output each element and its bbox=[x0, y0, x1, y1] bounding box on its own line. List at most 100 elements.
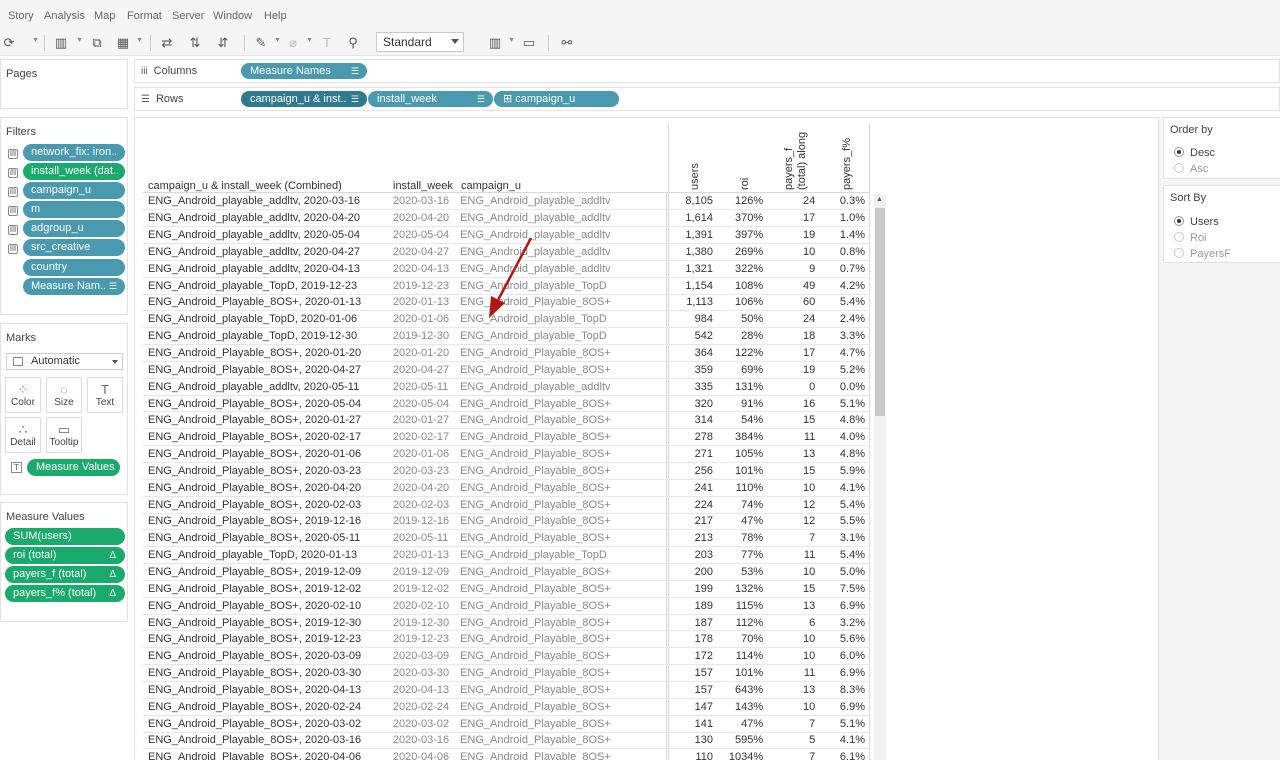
cell-payers-f-pct[interactable]: 5.0% bbox=[819, 563, 871, 581]
cell-install-week[interactable]: 2020-01-27 bbox=[389, 411, 458, 430]
cell-users[interactable]: 172 bbox=[666, 647, 717, 666]
table-row[interactable]: ENG_Android_Playable_8OS+, 2019-12-30 201… bbox=[143, 614, 871, 632]
cell-install-week[interactable]: 2020-01-13 bbox=[389, 294, 458, 312]
redo-dropdown-icon[interactable]: ▼ bbox=[32, 37, 39, 44]
cell-payers-f[interactable]: 7 bbox=[767, 748, 820, 760]
cell-users[interactable]: 178 bbox=[666, 630, 717, 649]
menu-window[interactable]: Window bbox=[213, 10, 252, 22]
cell-payers-f[interactable]: 18 bbox=[767, 327, 820, 346]
rows-pill-campaign-install[interactable]: campaign_u & inst.. ☰ bbox=[241, 91, 367, 107]
measure-pill-payers-f-total[interactable]: payers_f (total) Δ bbox=[5, 566, 125, 583]
cell-roi[interactable]: 47% bbox=[716, 513, 768, 531]
cell-users[interactable]: 200 bbox=[666, 563, 717, 581]
cell-combined[interactable]: ENG_Android_playable_addltv, 2020-04-13 bbox=[143, 260, 390, 278]
table-row[interactable]: ENG_Android_Playable_8OS+, 2020-03-02 202… bbox=[143, 715, 871, 733]
cell-install-week[interactable]: 2020-03-09 bbox=[389, 647, 458, 666]
table-row[interactable]: ENG_Android_Playable_8OS+, 2020-02-17 202… bbox=[143, 428, 871, 447]
cell-payers-f[interactable]: 10 bbox=[767, 698, 820, 716]
cell-campaign[interactable]: ENG_Android_Playable_8OS+ bbox=[457, 496, 668, 514]
cell-payers-f-pct[interactable]: 0.0% bbox=[819, 378, 871, 396]
cell-users[interactable]: 213 bbox=[666, 529, 717, 548]
table-row[interactable]: ENG_Android_Playable_8OS+, 2020-05-04 202… bbox=[143, 395, 871, 413]
cell-payers-f[interactable]: 7 bbox=[767, 529, 820, 548]
filter-pill-country[interactable]: country bbox=[23, 259, 125, 276]
cell-campaign[interactable]: ENG_Android_Playable_8OS+ bbox=[457, 630, 668, 649]
cell-roi[interactable]: 143% bbox=[716, 698, 768, 716]
table-row[interactable]: ENG_Android_playable_addltv, 2020-04-20 2… bbox=[143, 209, 871, 228]
cell-payers-f[interactable]: 12 bbox=[767, 513, 820, 531]
cell-combined[interactable]: ENG_Android_Playable_8OS+, 2020-03-30 bbox=[143, 664, 390, 682]
cell-combined[interactable]: ENG_Android_playable_addltv, 2020-05-11 bbox=[143, 378, 390, 396]
cell-users[interactable]: 1,391 bbox=[666, 226, 717, 245]
filter-pill-campaign-u[interactable]: campaign_u bbox=[23, 182, 125, 199]
cell-install-week[interactable]: 2020-03-02 bbox=[389, 715, 458, 733]
cell-users[interactable]: 542 bbox=[666, 327, 717, 346]
cell-payers-f-pct[interactable]: 6.9% bbox=[819, 597, 871, 615]
cell-users[interactable]: 203 bbox=[666, 546, 717, 565]
cell-payers-f[interactable]: 19 bbox=[767, 361, 820, 379]
cell-install-week[interactable]: 2020-04-13 bbox=[389, 681, 458, 699]
cell-campaign[interactable]: ENG_Android_Playable_8OS+ bbox=[457, 428, 668, 447]
cell-combined[interactable]: ENG_Android_Playable_8OS+, 2020-04-06 bbox=[143, 748, 390, 760]
cell-payers-f-pct[interactable]: 2.4% bbox=[819, 310, 871, 329]
cell-payers-f-pct[interactable]: 4.1% bbox=[819, 479, 871, 497]
cell-campaign[interactable]: ENG_Android_playable_TopD bbox=[457, 327, 668, 346]
cell-payers-f-pct[interactable]: 6.0% bbox=[819, 647, 871, 666]
cell-campaign[interactable]: ENG_Android_Playable_8OS+ bbox=[457, 411, 668, 430]
cell-campaign[interactable]: ENG_Android_Playable_8OS+ bbox=[457, 580, 668, 598]
sort-by-roi-radio[interactable]: Roi bbox=[1174, 232, 1207, 244]
cell-install-week[interactable]: 2019-12-30 bbox=[389, 327, 458, 346]
cell-install-week[interactable]: 2020-04-13 bbox=[389, 260, 458, 278]
cell-roi[interactable]: 269% bbox=[716, 243, 768, 261]
table-row[interactable]: ENG_Android_Playable_8OS+, 2020-03-23 202… bbox=[143, 462, 871, 480]
scrollbar-thumb[interactable] bbox=[875, 208, 885, 416]
cell-payers-f[interactable]: 11 bbox=[767, 428, 820, 447]
cell-users[interactable]: 1,154 bbox=[666, 277, 717, 295]
show-me-icon[interactable]: ▥ bbox=[486, 34, 504, 52]
cell-payers-f[interactable]: 10 bbox=[767, 647, 820, 666]
cell-users[interactable]: 314 bbox=[666, 411, 717, 430]
cell-payers-f[interactable]: 16 bbox=[767, 395, 820, 413]
cell-campaign[interactable]: ENG_Android_Playable_8OS+ bbox=[457, 563, 668, 581]
cell-users[interactable]: 187 bbox=[666, 614, 717, 632]
cell-campaign[interactable]: ENG_Android_Playable_8OS+ bbox=[457, 647, 668, 666]
cell-payers-f-pct[interactable]: 1.4% bbox=[819, 226, 871, 245]
cell-payers-f-pct[interactable]: 6.1% bbox=[819, 748, 871, 760]
cell-payers-f[interactable]: 15 bbox=[767, 580, 820, 598]
cell-users[interactable]: 364 bbox=[666, 344, 717, 362]
measure-pill-roi-total[interactable]: roi (total) Δ bbox=[5, 547, 125, 564]
cell-install-week[interactable]: 2020-04-27 bbox=[389, 361, 458, 379]
cell-payers-f[interactable]: 13 bbox=[767, 445, 820, 463]
table-row[interactable]: ENG_Android_Playable_8OS+, 2020-04-20 202… bbox=[143, 479, 871, 497]
cell-campaign[interactable]: ENG_Android_Playable_8OS+ bbox=[457, 681, 668, 699]
cell-combined[interactable]: ENG_Android_playable_addltv, 2020-03-16 bbox=[143, 193, 390, 211]
cell-install-week[interactable]: 2020-05-11 bbox=[389, 529, 458, 548]
cell-payers-f[interactable]: 13 bbox=[767, 597, 820, 615]
cell-install-week[interactable]: 2019-12-23 bbox=[389, 630, 458, 649]
show-labels-icon[interactable]: T bbox=[318, 34, 336, 52]
cell-payers-f-pct[interactable]: 4.8% bbox=[819, 445, 871, 463]
cell-install-week[interactable]: 2020-02-03 bbox=[389, 496, 458, 514]
cell-users[interactable]: 199 bbox=[666, 580, 717, 598]
cell-combined[interactable]: ENG_Android_Playable_8OS+, 2020-01-20 bbox=[143, 344, 390, 362]
cell-campaign[interactable]: ENG_Android_Playable_8OS+ bbox=[457, 462, 668, 480]
cell-combined[interactable]: ENG_Android_Playable_8OS+, 2020-04-20 bbox=[143, 479, 390, 497]
cell-combined[interactable]: ENG_Android_Playable_8OS+, 2020-02-17 bbox=[143, 428, 390, 447]
cell-campaign[interactable]: ENG_Android_Playable_8OS+ bbox=[457, 479, 668, 497]
cell-campaign[interactable]: ENG_Android_playable_addltv bbox=[457, 209, 668, 228]
marks-text-button[interactable]: T Text bbox=[87, 377, 123, 413]
cell-users[interactable]: 271 bbox=[666, 445, 717, 463]
cell-combined[interactable]: ENG_Android_playable_addltv, 2020-04-27 bbox=[143, 243, 390, 261]
cell-payers-f-pct[interactable]: 5.4% bbox=[819, 546, 871, 565]
table-row[interactable]: ENG_Android_Playable_8OS+, 2020-03-09 202… bbox=[143, 647, 871, 666]
cell-combined[interactable]: ENG_Android_Playable_8OS+, 2020-03-02 bbox=[143, 715, 390, 733]
cell-payers-f[interactable]: 10 bbox=[767, 243, 820, 261]
cell-payers-f-pct[interactable]: 0.7% bbox=[819, 260, 871, 278]
header-campaign-u[interactable]: campaign_u bbox=[461, 180, 521, 192]
columns-shelf[interactable]: iii Columns Measure Names ☰ bbox=[134, 59, 1280, 83]
fit-mode-select[interactable]: Standard bbox=[376, 32, 464, 52]
header-payers-f-line1[interactable]: payers_f bbox=[783, 148, 795, 190]
cell-combined[interactable]: ENG_Android_Playable_8OS+, 2019-12-30 bbox=[143, 614, 390, 632]
cell-payers-f[interactable]: 6 bbox=[767, 614, 820, 632]
menu-analysis[interactable]: Analysis bbox=[44, 10, 85, 22]
